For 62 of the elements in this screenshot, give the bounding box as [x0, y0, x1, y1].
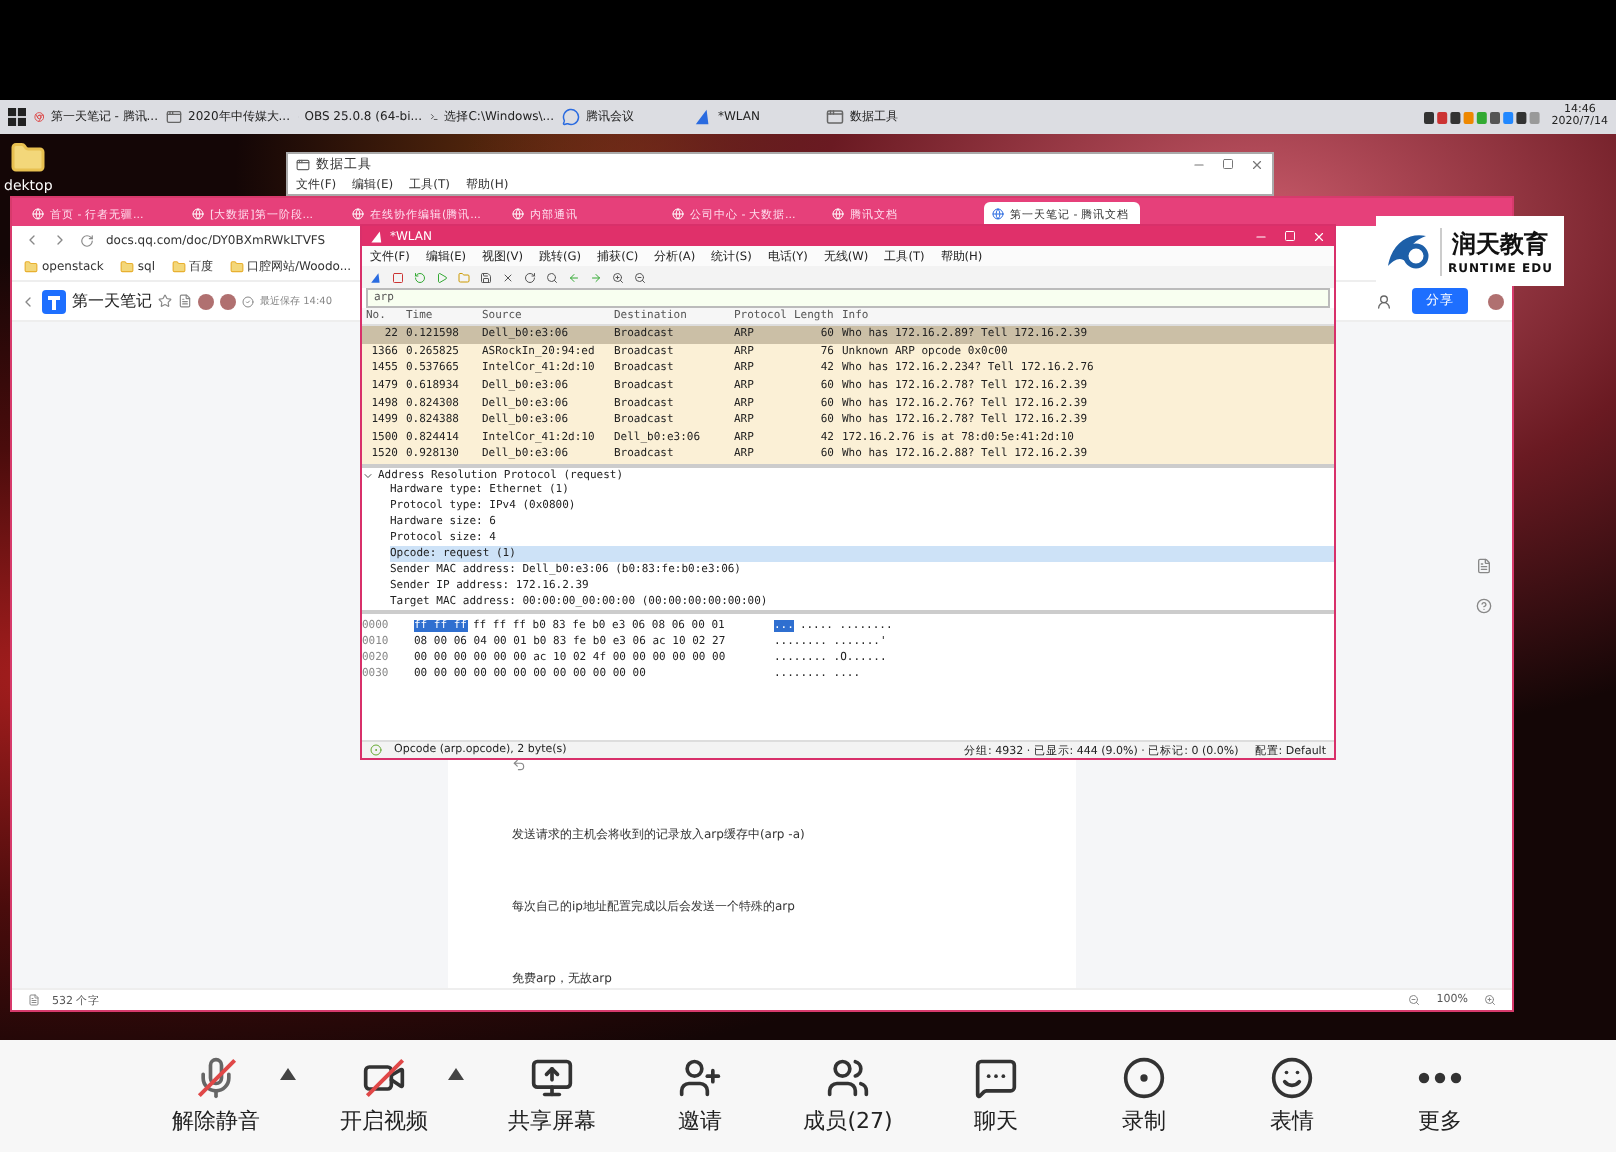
back-icon[interactable]	[24, 232, 40, 248]
brand-name: 润天教育	[1452, 227, 1549, 261]
check-icon	[242, 295, 254, 307]
document-title: 第一天笔记	[72, 290, 152, 312]
globe-icon	[672, 208, 684, 220]
globe-icon	[992, 208, 1004, 220]
chat-icon	[562, 108, 580, 126]
status-icon	[370, 744, 382, 756]
app-window-icon	[166, 108, 182, 126]
avatar	[1488, 293, 1504, 309]
zoom-out-icon[interactable]	[634, 271, 646, 283]
play-icon[interactable]	[436, 271, 448, 283]
close-icon[interactable]	[502, 271, 514, 283]
folder-icon[interactable]	[10, 140, 47, 176]
close-icon[interactable]	[1250, 157, 1264, 171]
globe-icon	[192, 208, 204, 220]
reload-icon[interactable]	[524, 271, 536, 283]
browser-icon	[34, 108, 45, 126]
toolbar-button[interactable]: 更多	[1380, 1052, 1500, 1140]
zoom-in-icon[interactable]	[1484, 994, 1496, 1006]
maximize-icon[interactable]	[1222, 158, 1234, 170]
person-icon[interactable]	[1376, 293, 1392, 309]
outline-icon[interactable]	[1476, 558, 1492, 574]
globe-icon	[832, 208, 844, 220]
toolbar-button[interactable]: 解除静音	[156, 1052, 276, 1140]
fin-icon[interactable]	[370, 271, 382, 283]
save-icon[interactable]	[480, 271, 492, 283]
toolbar-button[interactable]: 开启视频	[324, 1052, 444, 1140]
globe-icon	[352, 208, 364, 220]
search-icon[interactable]	[546, 271, 558, 283]
page-icon	[28, 994, 40, 1006]
folder-icon	[229, 260, 244, 274]
help-icon[interactable]	[1476, 598, 1492, 614]
app-window-icon	[826, 108, 844, 126]
caret-icon[interactable]	[280, 1068, 296, 1080]
app-window-icon	[296, 157, 310, 171]
zoom-in-icon[interactable]	[612, 271, 624, 283]
document-logo-icon	[42, 289, 66, 313]
stop-icon[interactable]	[392, 271, 404, 283]
zoom-out-icon[interactable]	[1408, 994, 1421, 1006]
fin-icon	[694, 108, 712, 126]
folder-icon	[171, 260, 186, 274]
toolbar-button[interactable]: 录制	[1084, 1052, 1204, 1140]
undo-icon[interactable]	[512, 758, 526, 772]
folder-icon	[119, 260, 134, 274]
reload-icon[interactable]	[80, 233, 94, 247]
globe-icon	[32, 208, 44, 220]
toolbar-button[interactable]: 成员(27)	[788, 1052, 908, 1140]
forward-icon[interactable]	[52, 232, 68, 248]
tray-icons-drawing	[1423, 109, 1544, 125]
toolbar-button[interactable]: 共享屏幕	[492, 1052, 612, 1140]
restart-icon[interactable]	[414, 271, 426, 283]
folder-icon	[24, 260, 38, 274]
toolbar-button[interactable]: 邀请	[640, 1052, 760, 1140]
toolbar-button[interactable]: 表情	[1232, 1052, 1352, 1140]
back-icon[interactable]	[20, 293, 36, 309]
star-icon[interactable]	[158, 294, 172, 308]
windows-icon[interactable]	[8, 108, 26, 126]
caret-icon[interactable]	[448, 1068, 464, 1080]
toolbar-button[interactable]: 聊天	[936, 1052, 1056, 1140]
file-icon[interactable]	[178, 294, 192, 308]
globe-icon	[512, 208, 524, 220]
